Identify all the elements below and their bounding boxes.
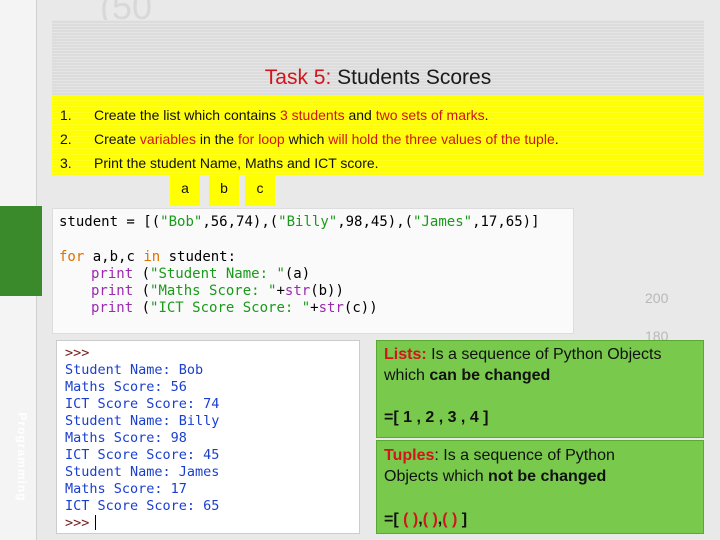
shell-output-line: Maths Score: 56 [65, 379, 187, 395]
shell-output-line: Student Name: Bob [65, 362, 204, 378]
task-number: 1. [60, 107, 72, 123]
slide-title: Task 5: Students Scores [52, 66, 704, 90]
title-task-label: Task 5: [264, 66, 332, 89]
text-cursor [95, 515, 97, 530]
task-text: Create variables in the for loop which w… [94, 131, 559, 147]
shell-output-line: ICT Score Score: 74 [65, 396, 220, 412]
code-editor: student = [("Bob",56,74),("Billy",98,45)… [52, 208, 574, 334]
lists-definition-box: Lists: Is a sequence of Python Objects w… [376, 340, 704, 438]
title-banner: Task 5: Students Scores [52, 20, 704, 96]
shell-output-line: Maths Score: 17 [65, 481, 187, 497]
loop-var-chip-c: c [245, 176, 275, 206]
task-number: 2. [60, 131, 72, 147]
tuples-term: Tuples [384, 447, 435, 464]
task-list: 1. Create the list which contains 3 stud… [52, 96, 704, 176]
loop-var-chip-b: b [209, 176, 239, 206]
shell-output-line: Student Name: Billy [65, 413, 220, 429]
tuples-definition-line1: Tuples: Is a sequence of Python [384, 447, 615, 464]
shell-end-prompt: >>> [65, 515, 90, 531]
code-line-print-name: print ("Student Name: "(a) [91, 266, 311, 282]
lists-term: Lists: [384, 346, 427, 363]
background-number: 200 [645, 290, 669, 306]
shell-output-line: Maths Score: 98 [65, 430, 187, 446]
task-text: Create the list which contains 3 student… [94, 107, 489, 123]
title-text: Students Scores [337, 66, 492, 89]
task-text: Print the student Name, Maths and ICT sc… [94, 155, 379, 171]
lists-definition-line1: Lists: Is a sequence of Python Objects [384, 346, 662, 363]
tuples-example: =[ ( ),( ),( ) ] [384, 511, 468, 528]
side-tab-label: Programming [15, 412, 29, 502]
code-line-print-maths: print ("Maths Score: "+str(b)) [91, 283, 344, 299]
shell-output-line: Student Name: James [65, 464, 220, 480]
lists-definition-line2: which can be changed [384, 367, 551, 384]
lists-example: =[ 1 , 2 , 3 , 4 ] [384, 409, 489, 426]
tuples-definition-box: Tuples: Is a sequence of Python Objects … [376, 440, 704, 534]
code-line-for: for a,b,c in student: [59, 249, 237, 265]
code-line-print-ict: print ("ICT Score Score: "+str(c)) [91, 300, 378, 316]
code-line-list: student = [("Bob",56,74),("Billy",98,45)… [59, 214, 540, 230]
side-tab: Programming [0, 206, 42, 502]
shell-output-line: ICT Score Score: 65 [65, 498, 220, 514]
loop-var-chip-a: a [170, 176, 200, 206]
tuples-definition-line2: Objects which not be changed [384, 468, 607, 485]
python-shell-output[interactable]: >>> Student Name: Bob Maths Score: 56 IC… [56, 340, 360, 534]
shell-output-line: ICT Score Score: 45 [65, 447, 220, 463]
shell-input-line[interactable]: >>> [65, 515, 97, 532]
shell-prompt: >>> [65, 345, 90, 361]
task-number: 3. [60, 155, 72, 171]
